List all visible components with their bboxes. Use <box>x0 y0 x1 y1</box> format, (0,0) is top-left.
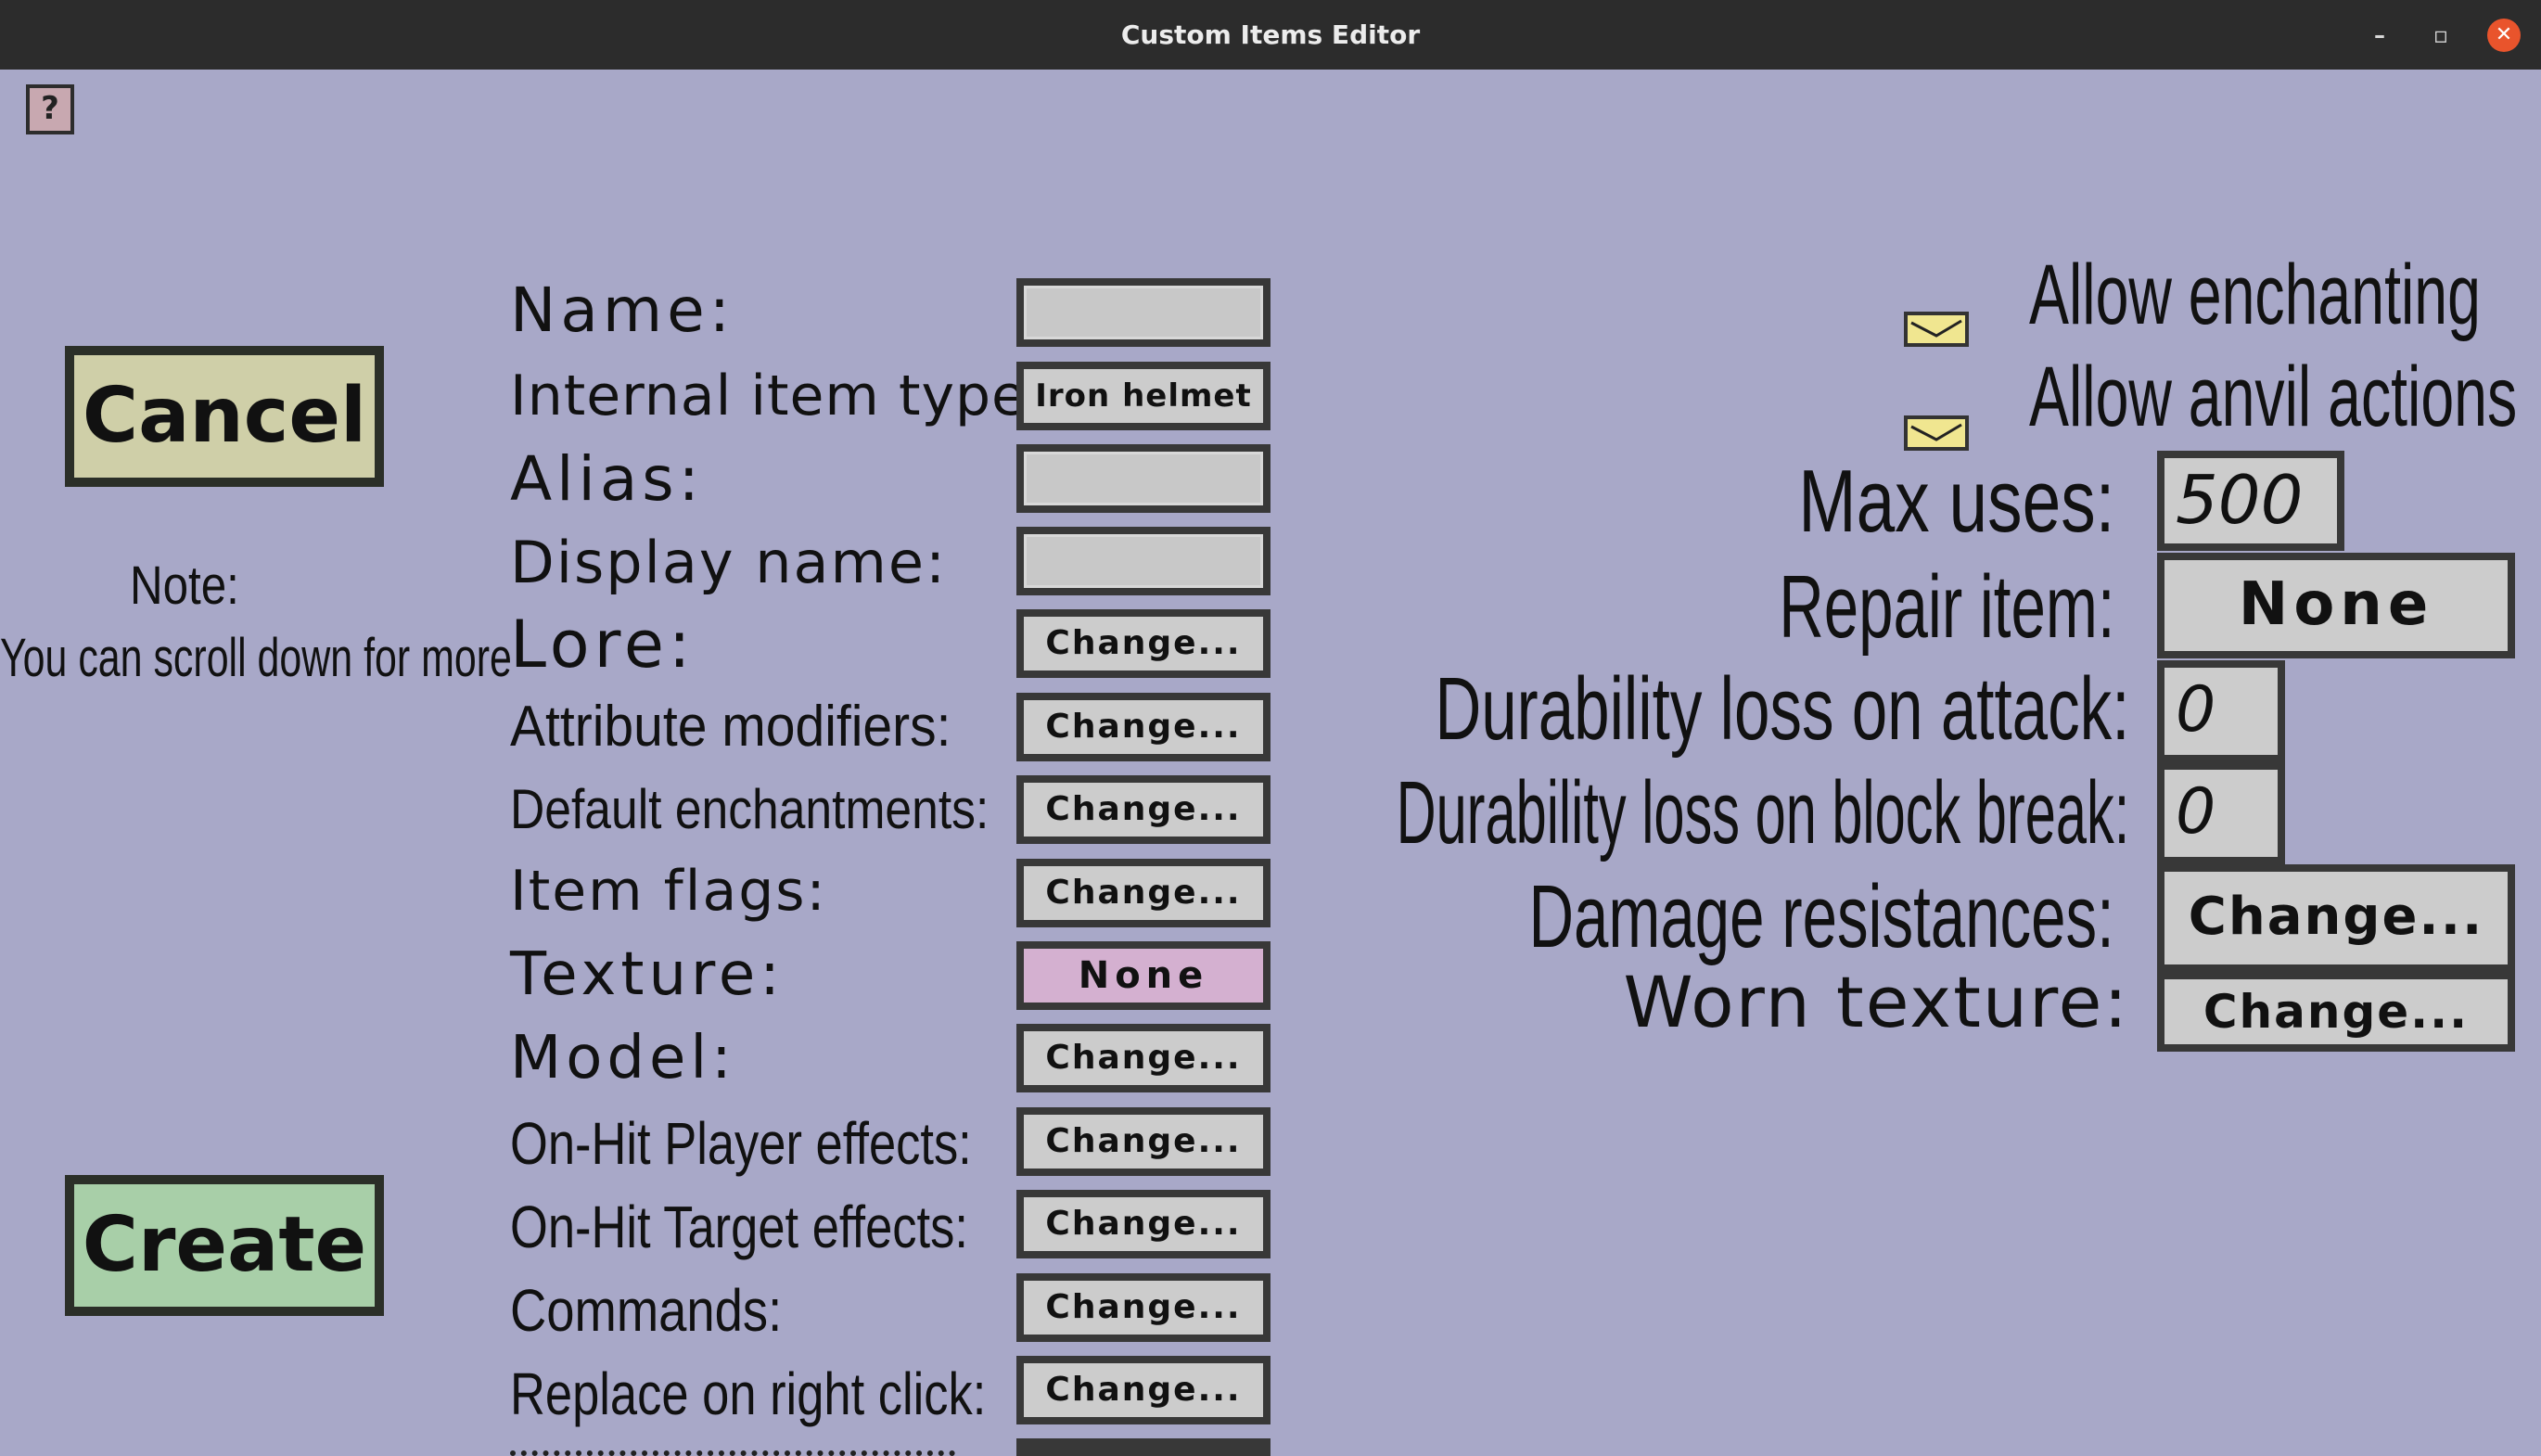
commands-label: Commands: <box>510 1277 783 1344</box>
display-name-label: Display name: <box>510 529 947 596</box>
durability-attack-label: Durability loss on attack: <box>1434 659 2129 759</box>
on-hit-target-change-button[interactable]: Change... <box>1016 1190 1270 1258</box>
maximize-icon[interactable]: ▫ <box>2424 19 2458 52</box>
texture-none-button[interactable]: None <box>1016 941 1270 1010</box>
worn-texture-label: Worn texture: <box>1623 961 2129 1043</box>
on-hit-player-label: On-Hit Player effects: <box>510 1110 972 1177</box>
replace-right-click-change-button[interactable]: Change... <box>1016 1356 1270 1424</box>
allow-anvil-label: Allow anvil actions <box>2029 350 2518 444</box>
create-button[interactable]: Create <box>65 1175 384 1316</box>
attribute-modifiers-change-button[interactable]: Change... <box>1016 693 1270 761</box>
internal-type-button[interactable]: Iron helmet <box>1016 362 1270 430</box>
worn-texture-button[interactable]: Change... <box>2157 972 2515 1052</box>
note-text: You can scroll down for more <box>0 628 512 688</box>
durability-block-field[interactable]: 0 <box>2157 762 2285 864</box>
model-label: Model: <box>510 1024 736 1092</box>
name-field[interactable] <box>1016 278 1270 347</box>
default-enchantments-label: Default enchantments: <box>510 778 990 840</box>
lore-label: Lore: <box>510 607 696 683</box>
replace-right-click-label: Replace on right click: <box>510 1360 987 1427</box>
on-hit-player-change-button[interactable]: Change... <box>1016 1107 1270 1176</box>
cancel-button[interactable]: Cancel <box>65 346 384 487</box>
alias-field[interactable] <box>1016 444 1270 513</box>
close-icon[interactable]: ✕ <box>2487 19 2521 52</box>
repair-item-button[interactable]: None <box>2157 553 2515 658</box>
item-flags-label: Item flags: <box>510 859 827 924</box>
lore-change-button[interactable]: Change... <box>1016 609 1270 678</box>
minimize-icon[interactable]: – <box>2363 19 2396 52</box>
next-row-button-partial[interactable] <box>1016 1438 1270 1456</box>
checkmark-icon <box>1910 423 1962 441</box>
name-label: Name: <box>510 275 734 346</box>
help-button[interactable]: ? <box>26 84 74 134</box>
display-name-field[interactable] <box>1016 527 1270 595</box>
durability-block-label: Durability loss on block break: <box>1396 763 2129 862</box>
commands-change-button[interactable]: Change... <box>1016 1273 1270 1342</box>
durability-attack-field[interactable]: 0 <box>2157 660 2285 762</box>
damage-resistances-button[interactable]: Change... <box>2157 864 2515 972</box>
texture-label: Texture: <box>510 940 785 1009</box>
on-hit-target-label: On-Hit Target effects: <box>510 1194 968 1260</box>
checkmark-icon <box>1910 319 1962 338</box>
next-row-label-partial <box>510 1445 974 1456</box>
max-uses-field[interactable]: 500 <box>2157 451 2344 551</box>
title-bar: Custom Items Editor – ▫ ✕ <box>0 0 2541 70</box>
repair-item-label: Repair item: <box>1778 557 2114 657</box>
attribute-modifiers-label: Attribute modifiers: <box>510 695 951 759</box>
max-uses-label: Max uses: <box>1797 452 2114 551</box>
allow-enchanting-label: Allow enchanting <box>2029 248 2481 342</box>
window-title: Custom Items Editor <box>1120 19 1421 50</box>
allow-anvil-checkbox[interactable] <box>1904 415 1969 451</box>
allow-enchanting-checkbox[interactable] <box>1904 312 1969 347</box>
default-enchantments-change-button[interactable]: Change... <box>1016 775 1270 844</box>
damage-resistances-label: Damage resistances: <box>1528 867 2114 966</box>
internal-type-label: Internal item type: <box>510 364 1047 428</box>
note-title: Note: <box>130 556 239 616</box>
item-flags-change-button[interactable]: Change... <box>1016 859 1270 927</box>
model-change-button[interactable]: Change... <box>1016 1024 1270 1092</box>
alias-label: Alias: <box>510 443 704 515</box>
